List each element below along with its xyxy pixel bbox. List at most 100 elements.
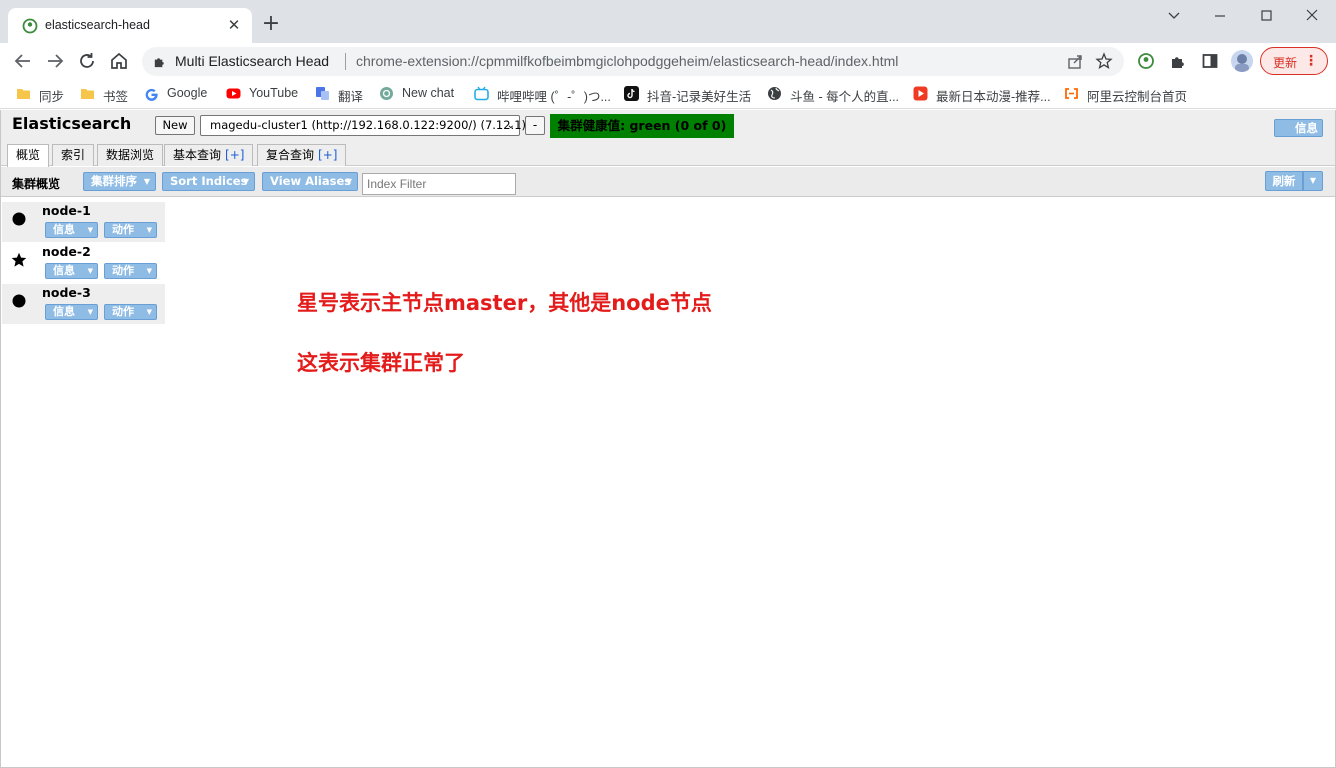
refresh-button[interactable]: 刷新 [1265, 171, 1303, 191]
address-separator [345, 53, 346, 70]
elasticsearch-head-icon [22, 18, 38, 34]
button-label: 信息 [53, 305, 75, 318]
view-aliases-button[interactable]: View Aliases ▼ [262, 172, 358, 191]
caret-down-icon: ▼ [87, 226, 93, 234]
bookmark-label: 翻译 [338, 90, 364, 104]
share-icon[interactable] [1067, 53, 1084, 70]
chevron-down-icon: ⌄ [506, 120, 515, 131]
bookmark-label: New chat [402, 86, 455, 100]
node-info-button[interactable]: 信息 ▼ [45, 263, 98, 279]
node-name: node-2 [42, 244, 91, 259]
elasticsearch-head-extension-icon[interactable] [1137, 52, 1155, 70]
caret-down-icon: ▼ [242, 177, 249, 186]
button-label: Sort Indices [170, 174, 248, 188]
bookmark-label: 书签 [103, 90, 129, 104]
folder-icon [17, 89, 30, 99]
tab-overview[interactable]: 概览 [7, 144, 50, 167]
node-name: node-1 [42, 203, 91, 218]
tab-add[interactable]: [+] [225, 148, 244, 162]
node-action-button[interactable]: 动作 ▼ [104, 263, 157, 279]
avatar-image [1235, 54, 1249, 72]
site-name: Multi Elasticsearch Head [175, 53, 330, 69]
url-text[interactable]: chrome-extension://cpmmilfkofbeimbmgiclo… [356, 53, 898, 69]
back-icon[interactable] [12, 50, 34, 72]
side-panel-icon[interactable] [1201, 52, 1219, 70]
extensions-puzzle-icon[interactable] [1169, 52, 1187, 70]
caret-down-icon: ▼ [143, 177, 150, 186]
reload-icon[interactable] [76, 50, 98, 72]
browser-tab[interactable]: elasticsearch-head ✕ [8, 8, 252, 43]
translate-icon [316, 87, 329, 100]
bookmark-label: Google [167, 86, 208, 100]
forward-icon[interactable] [44, 50, 66, 72]
minimize-icon[interactable] [1208, 6, 1232, 26]
node-name: node-3 [42, 285, 91, 300]
tab-browser[interactable]: 数据浏览 [97, 144, 164, 166]
google-icon [145, 88, 158, 101]
close-window-icon[interactable] [1300, 6, 1324, 26]
tab-basic-query[interactable]: 基本查询 [+] [164, 144, 254, 166]
node-action-button[interactable]: 动作 ▼ [104, 222, 157, 238]
bookmarks-bar: 同步 书签 Google YouTube 翻译 New chat 哔哩哔哩 (゜… [0, 79, 1336, 109]
tab-compound-query[interactable]: 复合查询 [+] [257, 144, 347, 166]
cluster-select[interactable]: magedu-cluster1 (http://192.168.0.122:92… [200, 115, 526, 136]
refresh-interval-dropdown[interactable]: ▼ [1303, 171, 1323, 191]
new-tab-icon[interactable]: + [260, 13, 282, 35]
update-label: 更新 [1273, 56, 1298, 70]
bookmark-label: 斗鱼 - 每个人的直... [790, 90, 900, 104]
tab-label: 概览 [16, 148, 41, 162]
close-tab-icon[interactable]: ✕ [224, 15, 244, 35]
aliyun-icon [1065, 88, 1078, 99]
maximize-icon[interactable] [1254, 6, 1278, 26]
folder-icon [81, 89, 94, 99]
tab-add[interactable]: [+] [318, 148, 337, 162]
new-connection-button[interactable]: New [155, 116, 195, 135]
video-icon [913, 86, 928, 101]
sort-cluster-button[interactable]: 集群排序 ▼ [83, 172, 156, 191]
browser-toolbar: Multi Elasticsearch Head chrome-extensio… [0, 43, 1336, 79]
info-label: 信息 [1295, 121, 1318, 135]
bookmark-label: 阿里云控制台首页 [1087, 90, 1188, 104]
tab-label: 复合查询 [266, 148, 315, 162]
index-filter-input[interactable]: Index Filter [362, 173, 516, 195]
elasticsearch-head-app: Elasticsearch New magedu-cluster1 (http:… [0, 110, 1336, 768]
button-label: 动作 [112, 305, 134, 318]
tab-label: 数据浏览 [106, 148, 155, 162]
caret-down-icon: ▼ [87, 267, 93, 275]
button-label: 信息 [53, 264, 75, 277]
tab-search-icon[interactable] [1162, 6, 1186, 26]
caret-down-icon: ▼ [146, 226, 152, 234]
app-header: Elasticsearch New magedu-cluster1 (http:… [1, 110, 1335, 167]
globe-icon [768, 87, 781, 100]
caret-down-icon: ▼ [345, 177, 352, 186]
node-info-button[interactable]: 信息 ▼ [45, 222, 98, 238]
chatgpt-icon [380, 87, 393, 100]
caret-down-icon: ▼ [146, 267, 152, 275]
tab-indices[interactable]: 索引 [52, 144, 95, 166]
update-button[interactable]: 更新 ⋮ [1260, 47, 1328, 75]
tab-title: elasticsearch-head [45, 18, 150, 32]
annotation-master-note: 星号表示主节点master，其他是node节点 [297, 291, 712, 315]
home-icon[interactable] [108, 50, 130, 72]
browser-titlebar: elasticsearch-head ✕ + [0, 0, 1336, 43]
cluster-overview-toolbar: 集群概览 集群排序 ▼ Sort Indices ▼ View Aliases ▼ I… [1, 167, 1335, 197]
remove-cluster-button[interactable]: - [525, 116, 545, 135]
node-info-button[interactable]: 信息 ▼ [45, 304, 98, 320]
sort-indices-button[interactable]: Sort Indices ▼ [162, 172, 255, 191]
star-icon [11, 252, 27, 267]
caret-down-icon: ▼ [87, 308, 93, 316]
info-menu-button[interactable]: 信息 [1274, 119, 1323, 137]
button-label: 动作 [112, 223, 134, 236]
bookmark-star-icon[interactable] [1095, 52, 1113, 70]
circle-icon [12, 212, 26, 226]
cluster-select-value: magedu-cluster1 (http://192.168.0.122:92… [210, 118, 527, 132]
tab-label: 索引 [61, 148, 86, 162]
button-label: 集群排序 [91, 174, 137, 188]
youtube-icon [226, 88, 241, 99]
bookmark-label: 最新日本动漫-推荐... [936, 90, 1051, 104]
address-bar[interactable]: Multi Elasticsearch Head chrome-extensio… [142, 47, 1124, 76]
profile-avatar[interactable] [1231, 50, 1253, 72]
bookmark-label: 抖音-记录美好生活 [647, 90, 752, 104]
bookmark-label: YouTube [249, 86, 299, 100]
node-action-button[interactable]: 动作 ▼ [104, 304, 157, 320]
